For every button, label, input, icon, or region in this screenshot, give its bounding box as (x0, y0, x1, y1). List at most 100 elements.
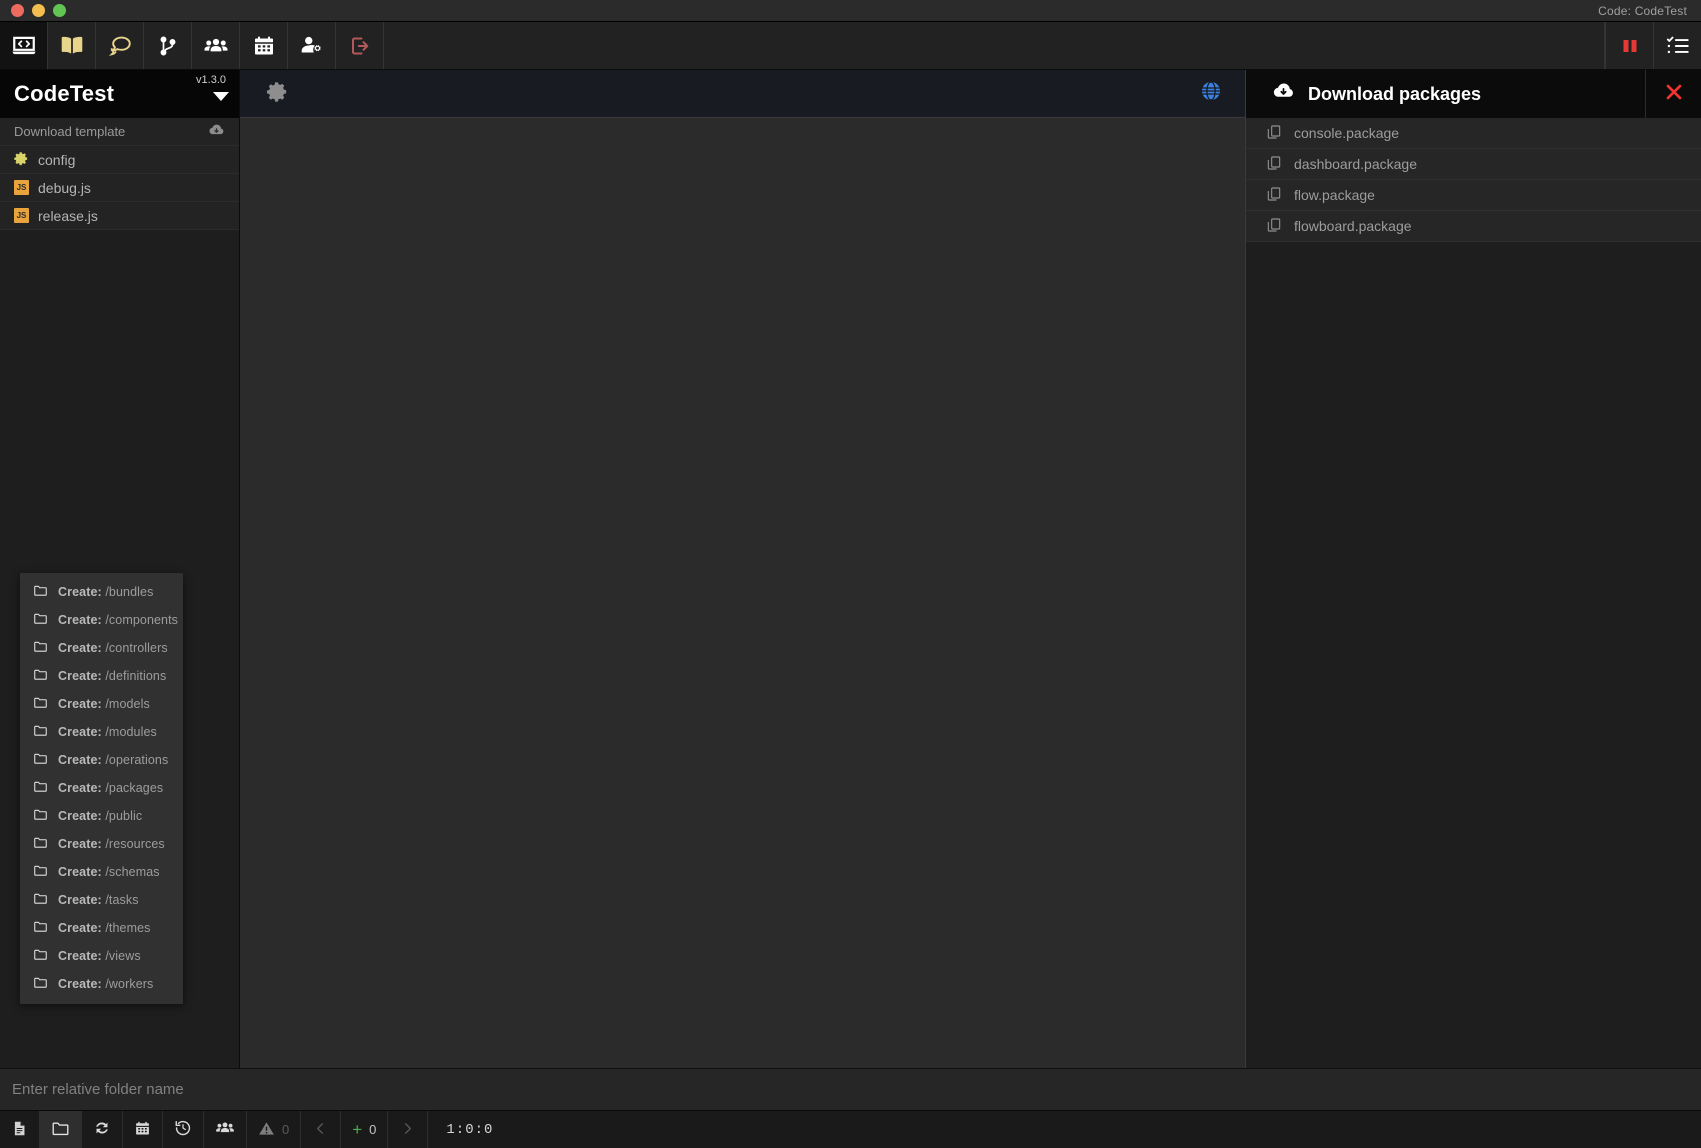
folder-icon (33, 583, 48, 601)
download-packages-header: Download packages (1246, 70, 1701, 118)
create-folder-menu-item-label: Create: /schemas (58, 865, 160, 879)
download-template-row[interactable]: Download template (0, 118, 239, 146)
create-folder-menu-item[interactable]: Create: /models (20, 690, 183, 718)
maximize-window-button[interactable] (53, 4, 66, 17)
package-label: dashboard.package (1294, 156, 1417, 172)
nav-team-button[interactable] (192, 22, 240, 69)
tasks-button[interactable] (1653, 22, 1701, 69)
laptop-code-icon (11, 33, 37, 59)
create-prefix: Create: (58, 697, 102, 711)
folder-name-input-bar (0, 1068, 1701, 1110)
file-item-release-js[interactable]: JS release.js (0, 202, 239, 230)
folder-icon (33, 807, 48, 825)
history-button[interactable] (163, 1111, 204, 1148)
calendar-icon (252, 34, 276, 58)
folder-icon (33, 695, 48, 713)
nav-code-button[interactable] (0, 22, 48, 69)
book-icon (59, 33, 85, 59)
create-folder-menu-item-label: Create: /views (58, 949, 141, 963)
editor-toolbar (240, 70, 1245, 118)
users-button[interactable] (204, 1111, 247, 1148)
create-folder-menu-item[interactable]: Create: /public (20, 802, 183, 830)
nav-calendar-button[interactable] (240, 22, 288, 69)
package-item[interactable]: flow.package (1246, 180, 1701, 211)
next-button[interactable] (388, 1111, 429, 1148)
download-packages-header-left: Download packages (1272, 80, 1481, 108)
create-folder-menu-item[interactable]: Create: /bundles (20, 578, 183, 606)
package-item[interactable]: console.package (1246, 118, 1701, 149)
minimize-window-button[interactable] (32, 4, 45, 17)
app-version: v1.3.0 (196, 74, 226, 86)
create-folder-menu-item[interactable]: Create: /schemas (20, 858, 183, 886)
create-folder-menu-item[interactable]: Create: /controllers (20, 634, 183, 662)
file-item-debug-js[interactable]: JS debug.js (0, 174, 239, 202)
nav-account-button[interactable] (288, 22, 336, 69)
package-item[interactable]: dashboard.package (1246, 149, 1701, 180)
pause-icon (1618, 34, 1642, 58)
status-bar-fill (511, 1111, 1701, 1148)
users-icon (203, 33, 229, 59)
folder-path: /public (105, 809, 143, 823)
create-folder-menu-item[interactable]: Create: /packages (20, 774, 183, 802)
nav-docs-button[interactable] (48, 22, 96, 69)
close-panel-button[interactable] (1645, 70, 1701, 118)
calendar-button[interactable] (123, 1111, 163, 1148)
file-item-config[interactable]: config (0, 146, 239, 174)
close-icon (1663, 81, 1685, 108)
toolbar-spacer (384, 22, 1605, 69)
download-template-label: Download template (14, 124, 126, 139)
comments-icon (107, 33, 133, 59)
additions-count: 0 (369, 1122, 377, 1137)
create-folder-menu-item[interactable]: Create: /views (20, 942, 183, 970)
additions-button[interactable]: + 0 (341, 1111, 389, 1148)
cloud-download-icon[interactable] (208, 122, 225, 142)
nav-chat-button[interactable] (96, 22, 144, 69)
cursor-position: 1:0:0 (446, 1121, 494, 1138)
create-prefix: Create: (58, 781, 102, 795)
editor-settings-button[interactable] (266, 80, 289, 108)
panel-empty-space (1246, 242, 1701, 1068)
close-window-button[interactable] (11, 4, 24, 17)
task-list-icon (1665, 33, 1691, 59)
create-folder-menu-item[interactable]: Create: /workers (20, 970, 183, 998)
user-gear-icon (299, 33, 325, 59)
chevron-right-icon (400, 1121, 415, 1139)
window-title: Code: CodeTest (1598, 3, 1687, 18)
create-folder-menu-item-label: Create: /resources (58, 837, 165, 851)
package-label: flowboard.package (1294, 218, 1412, 234)
create-folder-menu-item-label: Create: /components (58, 613, 178, 627)
globe-button[interactable] (1199, 79, 1223, 108)
copy-icon (1266, 217, 1282, 236)
create-folder-menu-item[interactable]: Create: /modules (20, 718, 183, 746)
create-folder-menu-item[interactable]: Create: /tasks (20, 886, 183, 914)
create-folder-menu-item[interactable]: Create: /definitions (20, 662, 183, 690)
create-folder-menu-item-label: Create: /modules (58, 725, 157, 739)
package-item[interactable]: flowboard.package (1246, 211, 1701, 242)
traffic-lights (0, 4, 66, 17)
create-prefix: Create: (58, 613, 102, 627)
prev-button[interactable] (301, 1111, 342, 1148)
pause-button[interactable] (1605, 22, 1653, 69)
nav-branches-button[interactable] (144, 22, 192, 69)
file-icon (11, 1120, 28, 1140)
create-folder-menu-item-label: Create: /definitions (58, 669, 166, 683)
nav-signout-button[interactable] (336, 22, 384, 69)
copy-icon (1266, 124, 1282, 143)
create-folder-menu-item[interactable]: Create: /resources (20, 830, 183, 858)
folder-path: /controllers (105, 641, 168, 655)
create-folder-context-menu: Create: /bundles Create: /components Creat… (20, 573, 183, 1004)
chevron-down-icon[interactable] (213, 92, 229, 101)
create-folder-menu-item[interactable]: Create: /themes (20, 914, 183, 942)
new-folder-button[interactable] (40, 1111, 82, 1148)
status-bar: 0 + 0 1:0:0 (0, 1110, 1701, 1148)
folder-icon (33, 947, 48, 965)
editor-content[interactable] (240, 118, 1245, 1068)
create-folder-menu-item[interactable]: Create: /components (20, 606, 183, 634)
chevron-left-icon (313, 1121, 328, 1139)
refresh-button[interactable] (82, 1111, 123, 1148)
folder-icon (51, 1119, 70, 1141)
warnings-button[interactable]: 0 (247, 1111, 302, 1148)
new-file-button[interactable] (0, 1111, 40, 1148)
folder-name-input[interactable] (12, 1081, 1689, 1098)
create-folder-menu-item[interactable]: Create: /operations (20, 746, 183, 774)
